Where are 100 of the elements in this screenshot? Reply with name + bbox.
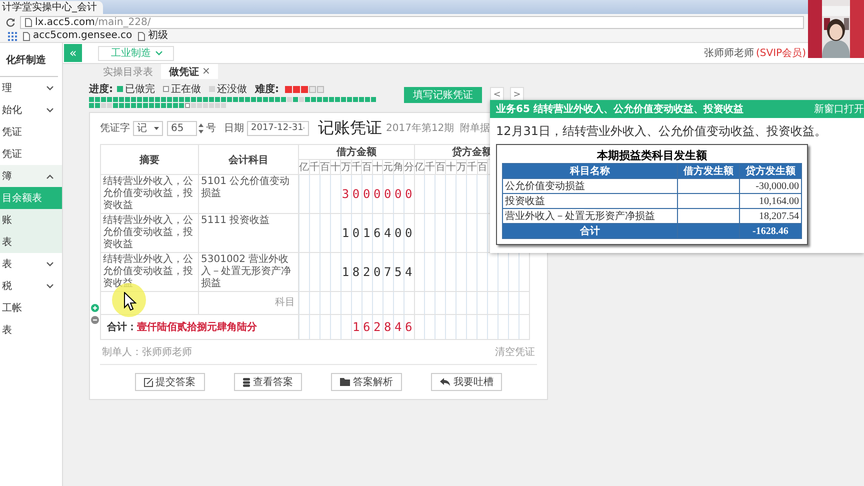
sidebar-group[interactable]: 始化 xyxy=(0,99,62,121)
progress-cell[interactable] xyxy=(107,103,112,108)
action-button[interactable]: 答案解析 xyxy=(331,373,402,391)
progress-cell[interactable] xyxy=(203,103,208,108)
progress-cell[interactable] xyxy=(101,103,106,108)
progress-cell[interactable] xyxy=(137,103,142,108)
action-button[interactable]: 查看答案 xyxy=(234,373,302,391)
bookmark[interactable]: 初级 xyxy=(138,30,168,42)
progress-cell[interactable] xyxy=(209,97,214,102)
progress-cell[interactable] xyxy=(89,97,94,102)
progress-cell[interactable] xyxy=(239,97,244,102)
browser-tab[interactable]: 计学堂实操中心_会计 xyxy=(0,1,103,14)
progress-cell[interactable] xyxy=(149,97,154,102)
sidebar-item[interactable]: 表 xyxy=(0,231,62,253)
progress-cell[interactable] xyxy=(137,97,142,102)
sidebar-group[interactable]: 税 xyxy=(0,275,62,297)
sidebar-item[interactable]: 工帐 xyxy=(0,297,62,319)
progress-cell[interactable] xyxy=(173,97,178,102)
progress-cell[interactable] xyxy=(149,103,154,108)
progress-cell[interactable] xyxy=(287,97,292,102)
date-field[interactable]: 2017-12-31 xyxy=(247,120,309,136)
progress-cell[interactable] xyxy=(269,97,274,102)
add-row-icon[interactable] xyxy=(91,304,99,312)
close-icon[interactable]: × xyxy=(202,66,210,77)
bookmark[interactable]: acc5com.gensee.co xyxy=(23,30,132,42)
sidebar-item[interactable]: 表 xyxy=(0,319,62,341)
progress-cell[interactable] xyxy=(95,103,100,108)
progress-cell[interactable] xyxy=(371,97,376,102)
progress-cell[interactable] xyxy=(215,97,220,102)
sidebar-group[interactable]: 表 xyxy=(0,253,62,275)
progress-cell[interactable] xyxy=(143,97,148,102)
progress-cell[interactable] xyxy=(179,97,184,102)
progress-cell[interactable] xyxy=(107,97,112,102)
progress-cell[interactable] xyxy=(203,97,208,102)
progress-cell[interactable] xyxy=(233,97,238,102)
progress-cell[interactable] xyxy=(167,97,172,102)
progress-cell[interactable] xyxy=(221,103,226,108)
sidebar-item[interactable]: 凭证 xyxy=(0,121,62,143)
progress-cell[interactable] xyxy=(197,97,202,102)
progress-cell[interactable] xyxy=(341,97,346,102)
progress-cell[interactable] xyxy=(323,97,328,102)
progress-cell[interactable] xyxy=(173,103,178,108)
tab[interactable]: 做凭证 × xyxy=(161,64,218,79)
progress-cell[interactable] xyxy=(227,97,232,102)
sidebar-group[interactable]: 簿 xyxy=(0,165,62,187)
progress-cell[interactable] xyxy=(215,103,220,108)
progress-cell[interactable] xyxy=(155,97,160,102)
progress-cell[interactable] xyxy=(191,103,196,108)
progress-cell[interactable] xyxy=(125,97,130,102)
progress-cell[interactable] xyxy=(197,103,202,108)
progress-cell[interactable] xyxy=(125,103,130,108)
progress-cell[interactable] xyxy=(275,97,280,102)
reload-icon[interactable] xyxy=(6,18,15,26)
action-button[interactable]: 提交答案 xyxy=(134,373,205,391)
progress-cell[interactable] xyxy=(359,97,364,102)
progress-cell[interactable] xyxy=(143,103,148,108)
progress-cell[interactable] xyxy=(185,97,190,102)
progress-cell[interactable] xyxy=(257,97,262,102)
progress-cell[interactable] xyxy=(95,97,100,102)
progress-cell[interactable] xyxy=(131,97,136,102)
progress-cell[interactable] xyxy=(185,103,190,108)
voucher-type-select[interactable]: 记 xyxy=(133,120,163,136)
progress-cell[interactable] xyxy=(365,97,370,102)
apps-icon[interactable] xyxy=(8,32,17,40)
remove-row-icon[interactable] xyxy=(91,316,99,324)
progress-cell[interactable] xyxy=(263,97,268,102)
progress-cell[interactable] xyxy=(101,97,106,102)
progress-cell[interactable] xyxy=(245,97,250,102)
progress-cell[interactable] xyxy=(335,97,340,102)
progress-cell[interactable] xyxy=(329,97,334,102)
progress-cell[interactable] xyxy=(251,97,256,102)
progress-cell[interactable] xyxy=(179,103,184,108)
progress-cell[interactable] xyxy=(161,103,166,108)
progress-cell[interactable] xyxy=(131,103,136,108)
progress-cell[interactable] xyxy=(305,97,310,102)
sidebar-group[interactable]: 理 xyxy=(0,77,62,99)
progress-cell[interactable] xyxy=(317,97,322,102)
progress-cell[interactable] xyxy=(209,103,214,108)
number-field[interactable]: 65 xyxy=(167,120,197,136)
progress-cell[interactable] xyxy=(293,97,298,102)
progress-cell[interactable] xyxy=(281,97,286,102)
progress-cell[interactable] xyxy=(113,103,118,108)
progress-cell[interactable] xyxy=(299,97,304,102)
progress-cell[interactable] xyxy=(119,103,124,108)
action-button[interactable]: 我要吐槽 xyxy=(431,373,502,391)
sidebar-item[interactable]: 凭证 xyxy=(0,143,62,165)
progress-cell[interactable] xyxy=(161,97,166,102)
progress-cell[interactable] xyxy=(167,103,172,108)
progress-cell[interactable] xyxy=(191,97,196,102)
progress-cell[interactable] xyxy=(155,103,160,108)
legend-item: 已做完 xyxy=(117,82,155,96)
address-field[interactable]: lx.acc5.com/main_228/ xyxy=(20,16,804,28)
progress-cell[interactable] xyxy=(221,97,226,102)
progress-cell[interactable] xyxy=(113,97,118,102)
progress-cell[interactable] xyxy=(89,103,94,108)
sidebar-item[interactable]: 账 xyxy=(0,209,62,231)
progress-cell[interactable] xyxy=(347,97,352,102)
progress-cell[interactable] xyxy=(311,97,316,102)
progress-cell[interactable] xyxy=(353,97,358,102)
progress-cell[interactable] xyxy=(119,97,124,102)
